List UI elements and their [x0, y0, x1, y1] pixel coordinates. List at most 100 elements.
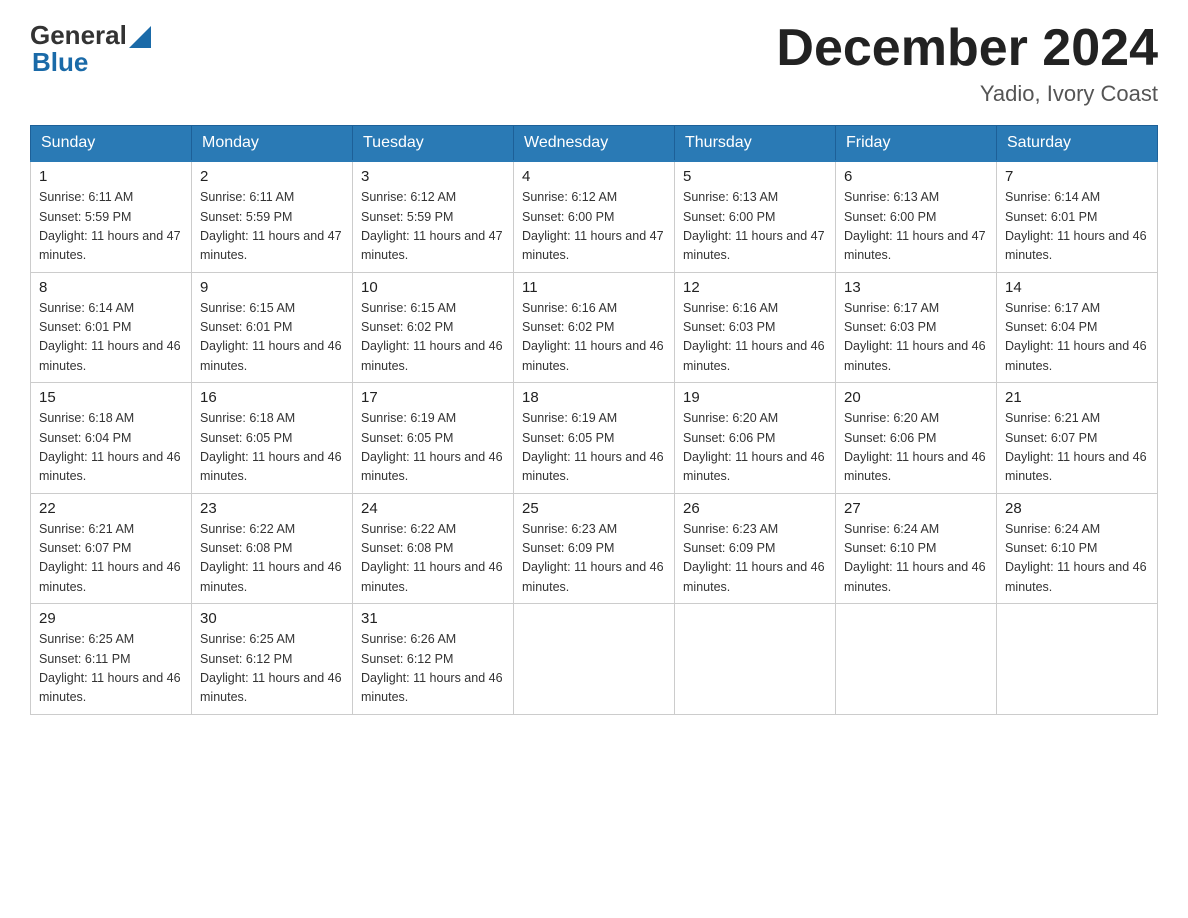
day-number: 18	[522, 389, 666, 406]
calendar-week-row: 22Sunrise: 6:21 AMSunset: 6:07 PMDayligh…	[31, 493, 1158, 604]
calendar-cell: 22Sunrise: 6:21 AMSunset: 6:07 PMDayligh…	[31, 493, 192, 604]
day-number: 24	[361, 500, 505, 517]
day-number: 30	[200, 610, 344, 627]
day-number: 29	[39, 610, 183, 627]
calendar-cell: 11 Sunrise: 6:16 AMSunset: 6:02 PMDayligh…	[514, 272, 675, 383]
day-info: Sunrise: 6:17 AMSunset: 6:04 PMDaylight:…	[1005, 299, 1149, 377]
calendar-week-row: 8 Sunrise: 6:14 AMSunset: 6:01 PMDaylight…	[31, 272, 1158, 383]
day-number: 13	[844, 279, 988, 296]
day-info: Sunrise: 6:14 AMSunset: 6:01 PMDaylight:…	[1005, 188, 1149, 266]
day-number: 11	[522, 279, 666, 296]
calendar-week-row: 1 Sunrise: 6:11 AMSunset: 5:59 PMDaylight…	[31, 161, 1158, 272]
day-info: Sunrise: 6:23 AMSunset: 6:09 PMDaylight:…	[683, 520, 827, 598]
day-info: Sunrise: 6:16 AMSunset: 6:02 PMDaylight:…	[522, 299, 666, 377]
logo-arrow-icon	[129, 26, 151, 48]
day-info: Sunrise: 6:13 AMSunset: 6:00 PMDaylight:…	[844, 188, 988, 266]
day-number: 2	[200, 168, 344, 185]
day-info: Sunrise: 6:25 AMSunset: 6:11 PMDaylight:…	[39, 630, 183, 708]
calendar-cell: 16Sunrise: 6:18 AMSunset: 6:05 PMDayligh…	[192, 383, 353, 494]
calendar-cell: 18 Sunrise: 6:19 AMSunset: 6:05 PMDayligh…	[514, 383, 675, 494]
calendar-cell: 1 Sunrise: 6:11 AMSunset: 5:59 PMDaylight…	[31, 161, 192, 272]
calendar-cell: 8 Sunrise: 6:14 AMSunset: 6:01 PMDaylight…	[31, 272, 192, 383]
calendar-cell: 13Sunrise: 6:17 AMSunset: 6:03 PMDayligh…	[836, 272, 997, 383]
weekday-header-sunday: Sunday	[31, 126, 192, 162]
day-number: 3	[361, 168, 505, 185]
weekday-header-thursday: Thursday	[675, 126, 836, 162]
calendar-cell: 29 Sunrise: 6:25 AMSunset: 6:11 PMDayligh…	[31, 604, 192, 715]
day-info: Sunrise: 6:19 AMSunset: 6:05 PMDaylight:…	[361, 409, 505, 487]
calendar-cell: 19 Sunrise: 6:20 AMSunset: 6:06 PMDayligh…	[675, 383, 836, 494]
calendar-week-row: 29 Sunrise: 6:25 AMSunset: 6:11 PMDayligh…	[31, 604, 1158, 715]
weekday-header-monday: Monday	[192, 126, 353, 162]
calendar-cell: 9Sunrise: 6:15 AMSunset: 6:01 PMDaylight…	[192, 272, 353, 383]
calendar-cell: 31Sunrise: 6:26 AMSunset: 6:12 PMDayligh…	[353, 604, 514, 715]
day-number: 5	[683, 168, 827, 185]
day-info: Sunrise: 6:13 AMSunset: 6:00 PMDaylight:…	[683, 188, 827, 266]
day-info: Sunrise: 6:20 AMSunset: 6:06 PMDaylight:…	[683, 409, 827, 487]
day-number: 17	[361, 389, 505, 406]
weekday-header-saturday: Saturday	[997, 126, 1158, 162]
day-number: 27	[844, 500, 988, 517]
day-number: 6	[844, 168, 988, 185]
calendar-cell: 23 Sunrise: 6:22 AMSunset: 6:08 PMDayligh…	[192, 493, 353, 604]
logo: General Blue	[30, 20, 151, 78]
calendar-cell: 25 Sunrise: 6:23 AMSunset: 6:09 PMDayligh…	[514, 493, 675, 604]
day-info: Sunrise: 6:14 AMSunset: 6:01 PMDaylight:…	[39, 299, 183, 377]
day-info: Sunrise: 6:11 AMSunset: 5:59 PMDaylight:…	[39, 188, 183, 266]
calendar-cell: 24 Sunrise: 6:22 AMSunset: 6:08 PMDayligh…	[353, 493, 514, 604]
page-subtitle: Yadio, Ivory Coast	[776, 81, 1158, 107]
day-number: 19	[683, 389, 827, 406]
calendar-cell	[836, 604, 997, 715]
day-number: 26	[683, 500, 827, 517]
day-info: Sunrise: 6:12 AMSunset: 5:59 PMDaylight:…	[361, 188, 505, 266]
day-number: 31	[361, 610, 505, 627]
weekday-header-friday: Friday	[836, 126, 997, 162]
calendar-cell: 28 Sunrise: 6:24 AMSunset: 6:10 PMDayligh…	[997, 493, 1158, 604]
calendar-cell: 15Sunrise: 6:18 AMSunset: 6:04 PMDayligh…	[31, 383, 192, 494]
day-info: Sunrise: 6:24 AMSunset: 6:10 PMDaylight:…	[1005, 520, 1149, 598]
day-number: 8	[39, 279, 183, 296]
day-number: 10	[361, 279, 505, 296]
day-info: Sunrise: 6:11 AMSunset: 5:59 PMDaylight:…	[200, 188, 344, 266]
calendar-cell	[514, 604, 675, 715]
day-number: 1	[39, 168, 183, 185]
calendar-cell: 17 Sunrise: 6:19 AMSunset: 6:05 PMDayligh…	[353, 383, 514, 494]
title-block: December 2024 Yadio, Ivory Coast	[776, 20, 1158, 107]
calendar-cell	[997, 604, 1158, 715]
day-info: Sunrise: 6:22 AMSunset: 6:08 PMDaylight:…	[361, 520, 505, 598]
calendar-cell: 30 Sunrise: 6:25 AMSunset: 6:12 PMDayligh…	[192, 604, 353, 715]
day-number: 20	[844, 389, 988, 406]
day-info: Sunrise: 6:22 AMSunset: 6:08 PMDaylight:…	[200, 520, 344, 598]
day-number: 22	[39, 500, 183, 517]
calendar-cell: 4Sunrise: 6:12 AMSunset: 6:00 PMDaylight…	[514, 161, 675, 272]
day-info: Sunrise: 6:18 AMSunset: 6:04 PMDaylight:…	[39, 409, 183, 487]
day-info: Sunrise: 6:25 AMSunset: 6:12 PMDaylight:…	[200, 630, 344, 708]
calendar-cell: 20 Sunrise: 6:20 AMSunset: 6:06 PMDayligh…	[836, 383, 997, 494]
day-info: Sunrise: 6:12 AMSunset: 6:00 PMDaylight:…	[522, 188, 666, 266]
day-info: Sunrise: 6:16 AMSunset: 6:03 PMDaylight:…	[683, 299, 827, 377]
day-info: Sunrise: 6:19 AMSunset: 6:05 PMDaylight:…	[522, 409, 666, 487]
calendar-cell: 21 Sunrise: 6:21 AMSunset: 6:07 PMDayligh…	[997, 383, 1158, 494]
day-number: 25	[522, 500, 666, 517]
calendar-header-row: SundayMondayTuesdayWednesdayThursdayFrid…	[31, 126, 1158, 162]
calendar-cell: 26 Sunrise: 6:23 AMSunset: 6:09 PMDayligh…	[675, 493, 836, 604]
day-number: 14	[1005, 279, 1149, 296]
day-number: 28	[1005, 500, 1149, 517]
calendar-week-row: 15Sunrise: 6:18 AMSunset: 6:04 PMDayligh…	[31, 383, 1158, 494]
day-info: Sunrise: 6:15 AMSunset: 6:02 PMDaylight:…	[361, 299, 505, 377]
calendar-cell: 27 Sunrise: 6:24 AMSunset: 6:10 PMDayligh…	[836, 493, 997, 604]
day-info: Sunrise: 6:24 AMSunset: 6:10 PMDaylight:…	[844, 520, 988, 598]
day-info: Sunrise: 6:15 AMSunset: 6:01 PMDaylight:…	[200, 299, 344, 377]
calendar-cell	[675, 604, 836, 715]
day-number: 23	[200, 500, 344, 517]
page-header: General Blue December 2024 Yadio, Ivory …	[30, 20, 1158, 107]
day-info: Sunrise: 6:18 AMSunset: 6:05 PMDaylight:…	[200, 409, 344, 487]
calendar-cell: 2 Sunrise: 6:11 AMSunset: 5:59 PMDaylight…	[192, 161, 353, 272]
day-info: Sunrise: 6:20 AMSunset: 6:06 PMDaylight:…	[844, 409, 988, 487]
logo-text-blue: Blue	[32, 47, 88, 78]
calendar-cell: 6 Sunrise: 6:13 AMSunset: 6:00 PMDaylight…	[836, 161, 997, 272]
day-info: Sunrise: 6:21 AMSunset: 6:07 PMDaylight:…	[1005, 409, 1149, 487]
calendar-cell: 10 Sunrise: 6:15 AMSunset: 6:02 PMDayligh…	[353, 272, 514, 383]
day-info: Sunrise: 6:23 AMSunset: 6:09 PMDaylight:…	[522, 520, 666, 598]
day-number: 21	[1005, 389, 1149, 406]
